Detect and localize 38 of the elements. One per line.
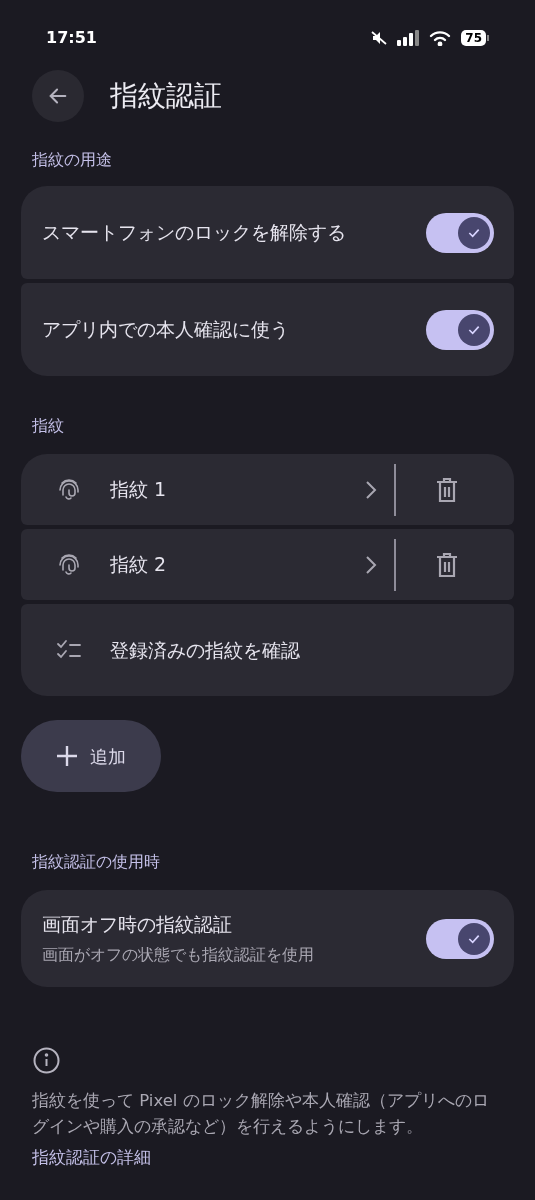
back-button[interactable]	[32, 70, 84, 122]
setting-row[interactable]: 画面オフ時の指紋認証 画面がオフの状態でも指紋認証を使用	[21, 890, 514, 987]
mute-icon	[371, 30, 388, 46]
checklist-icon	[56, 639, 82, 661]
setting-title: スマートフォンのロックを解除する	[42, 220, 346, 246]
setting-subtitle: 画面がオフの状態でも指紋認証を使用	[42, 943, 314, 966]
toggle-switch[interactable]	[426, 212, 494, 253]
chevron-right-icon[interactable]	[364, 478, 378, 501]
fingerprint-row[interactable]: 登録済みの指紋を確認	[21, 604, 514, 696]
signal-icon	[397, 30, 420, 46]
info-icon	[33, 1047, 60, 1074]
row-title: 登録済みの指紋を確認	[110, 637, 301, 663]
setting-row[interactable]: アプリ内での本人確認に使う	[21, 283, 514, 376]
row-title: 指紋 2	[110, 552, 168, 578]
section-label: 指紋の用途	[31, 149, 113, 171]
fingerprint-icon	[58, 476, 80, 503]
section-label: 指紋	[31, 415, 65, 437]
wifi-icon	[429, 30, 452, 46]
toggle-switch[interactable]	[426, 918, 494, 959]
delete-icon[interactable]	[436, 551, 458, 578]
page-title: 指紋認証	[110, 78, 222, 114]
info-text: 指紋を使って Pixel のロック解除や本人確認（アプリへのログインや購入の承認など）を行えるようにします。	[31, 1090, 490, 1138]
setting-title: アプリ内での本人確認に使う	[42, 317, 289, 343]
battery-indicator: 75	[461, 30, 489, 46]
chevron-right-icon[interactable]	[364, 553, 378, 576]
row-title: 指紋 1	[110, 477, 168, 503]
toggle-switch[interactable]	[426, 309, 494, 350]
setting-title: 画面オフ時の指紋認証	[42, 912, 233, 938]
add-button[interactable]: 追加	[21, 720, 161, 792]
fingerprint-row[interactable]: 指紋 1	[21, 454, 514, 525]
delete-icon[interactable]	[436, 476, 458, 503]
plus-icon	[56, 745, 78, 767]
status-time: 17:51	[46, 27, 97, 49]
learn-more-link[interactable]: 指紋認証の詳細	[0, 1148, 535, 1168]
fingerprint-icon	[58, 551, 80, 578]
fingerprint-row[interactable]: 指紋 2	[21, 529, 514, 600]
section-label: 指紋認証の使用時	[31, 851, 161, 873]
setting-row[interactable]: スマートフォンのロックを解除する	[21, 186, 514, 279]
